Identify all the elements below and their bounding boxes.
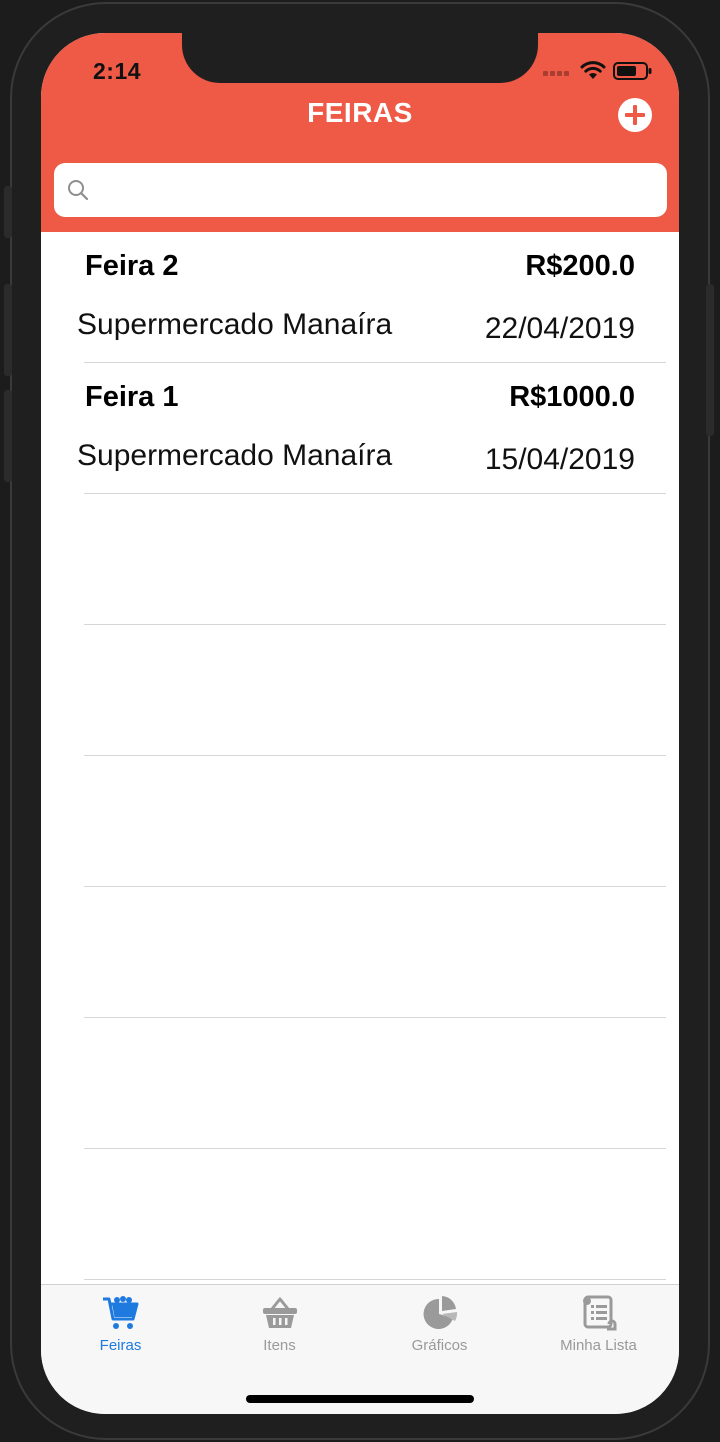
- tab-bar: Feiras Itens Gráficos Minha Lista: [41, 1284, 679, 1414]
- empty-row: [41, 1149, 679, 1280]
- tab-label: Itens: [263, 1337, 296, 1354]
- list-item-feira-2[interactable]: Feira 2 R$200.0 Supermercado Manaíra 22/…: [41, 232, 679, 363]
- feira-price: R$1000.0: [509, 381, 635, 413]
- home-indicator[interactable]: [246, 1395, 474, 1403]
- empty-row: [41, 625, 679, 756]
- tab-label: Feiras: [99, 1337, 142, 1354]
- feira-name: Feira 1: [85, 381, 179, 413]
- feira-date: 15/04/2019: [484, 443, 635, 476]
- tab-itens[interactable]: Itens: [200, 1295, 359, 1365]
- add-feira-button[interactable]: [617, 97, 653, 133]
- tab-label: Gráficos: [411, 1337, 468, 1354]
- nav-header: 2:14 FEIRAS: [41, 33, 679, 232]
- power-button: [706, 284, 714, 436]
- status-indicators: [543, 59, 663, 81]
- screen: 2:14 FEIRAS Feira 2 R$200.0 Supermercado…: [41, 33, 679, 1414]
- pie-chart-icon: [423, 1296, 457, 1329]
- status-time: 2:14: [93, 58, 142, 84]
- mute-switch: [4, 186, 12, 238]
- page-title: FEIRAS: [307, 97, 413, 128]
- cellular-signal-icon: [543, 71, 573, 77]
- battery-icon: [613, 62, 652, 80]
- feira-market: Supermercado Manaíra: [77, 308, 393, 341]
- empty-row: [41, 887, 679, 1018]
- list-scroll-icon: [582, 1295, 616, 1331]
- tab-graficos[interactable]: Gráficos: [360, 1295, 519, 1365]
- volume-down-button: [4, 390, 12, 482]
- feira-price: R$200.0: [525, 250, 635, 282]
- tab-feiras[interactable]: Feiras: [41, 1295, 200, 1365]
- feira-name: Feira 2: [85, 250, 179, 282]
- tab-label: Minha Lista: [560, 1337, 637, 1354]
- search-bar[interactable]: [54, 163, 667, 217]
- wifi-icon: [580, 61, 606, 79]
- notch: [182, 33, 538, 83]
- feiras-list: Feira 2 R$200.0 Supermercado Manaíra 22/…: [41, 232, 679, 1410]
- tab-minha-lista[interactable]: Minha Lista: [519, 1295, 678, 1365]
- empty-row: [41, 756, 679, 887]
- basket-icon: [262, 1297, 297, 1328]
- search-input[interactable]: [100, 171, 655, 209]
- feira-market: Supermercado Manaíra: [77, 439, 393, 472]
- list-item-feira-1[interactable]: Feira 1 R$1000.0 Supermercado Manaíra 15…: [41, 363, 679, 494]
- feira-date: 22/04/2019: [484, 312, 635, 345]
- search-icon: [68, 180, 89, 201]
- volume-up-button: [4, 284, 12, 376]
- empty-row: [41, 494, 679, 625]
- cart-icon: [102, 1296, 138, 1329]
- empty-row: [41, 1018, 679, 1149]
